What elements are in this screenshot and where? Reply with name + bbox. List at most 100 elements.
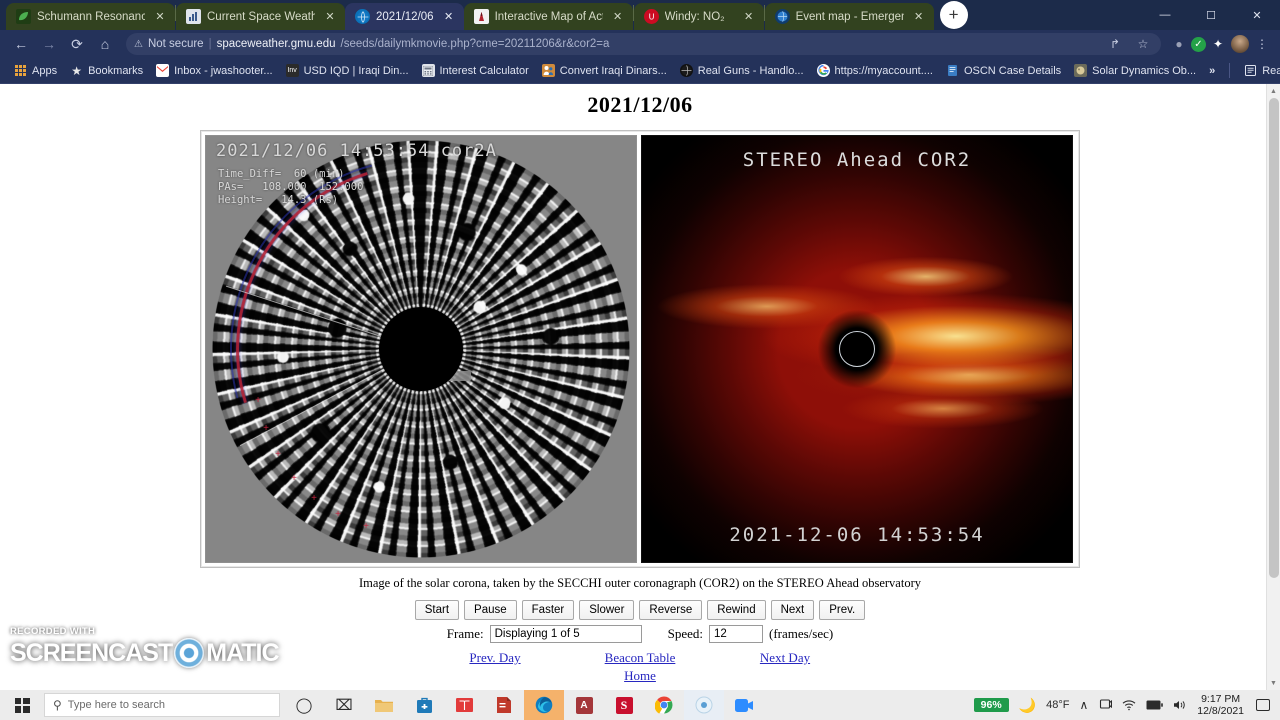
next-day-link[interactable]: Next Day <box>760 650 810 665</box>
maximize-button[interactable]: ☐ <box>1188 0 1234 30</box>
reader-icon[interactable] <box>444 690 484 720</box>
page-scrollbar[interactable]: ▲ ▼ <box>1266 84 1280 690</box>
back-button[interactable]: ← <box>8 31 34 57</box>
cor2a-difference-image[interactable]: + + + + + + + 2021/12/06 14:53:54 cor2A … <box>205 135 637 563</box>
battery-percent-badge[interactable]: 96% <box>973 698 1009 712</box>
volume-icon[interactable] <box>1173 699 1187 711</box>
close-icon[interactable]: ✕ <box>912 10 926 24</box>
browser-tab-2[interactable]: 2021/12/06 ✕ <box>345 3 464 30</box>
onedrive-icon[interactable] <box>1098 699 1113 711</box>
wifi-icon[interactable] <box>1122 699 1136 711</box>
close-window-button[interactable]: ✕ <box>1234 0 1280 30</box>
bookmark-interest-calculator[interactable]: Interest Calculator <box>416 62 535 79</box>
reading-list-button[interactable]: Reading list <box>1238 62 1280 79</box>
faster-button[interactable]: Faster <box>521 600 575 620</box>
chevron-up-icon[interactable]: ∧ <box>1079 698 1088 712</box>
bookmarks-overflow-button[interactable]: » <box>1203 63 1221 79</box>
minimize-button[interactable]: — <box>1142 0 1188 30</box>
bookmark-real-guns[interactable]: Real Guns - Handlo... <box>674 62 810 79</box>
bookmark-bookmarks[interactable]: ★ Bookmarks <box>64 62 149 79</box>
scroll-down-arrow-icon[interactable]: ▼ <box>1267 676 1280 690</box>
file-explorer-icon[interactable] <box>364 690 404 720</box>
s-plus-icon[interactable]: S <box>604 690 644 720</box>
taskbar-app-list: ◯ ⌧ A S <box>284 690 764 720</box>
bookmark-solar-dynamics[interactable]: Solar Dynamics Ob... <box>1068 62 1202 79</box>
volcano-icon <box>473 9 489 24</box>
bookmark-myaccount[interactable]: https://myaccount.... <box>811 62 939 79</box>
bookmark-label: Bookmarks <box>88 64 144 77</box>
apps-grid-icon <box>14 64 27 77</box>
bookmark-inbox[interactable]: Inbox - jwashooter... <box>150 62 278 79</box>
address-bar[interactable]: ⚠ Not secure | spaceweather.gmu.edu /see… <box>126 33 1161 55</box>
google-chrome-icon[interactable] <box>644 690 684 720</box>
frame-label: Frame: <box>446 626 484 641</box>
access-letter: A <box>575 696 593 714</box>
reload-button[interactable]: ⟳ <box>64 31 90 57</box>
browser-tab-3[interactable]: Interactive Map of Active V ✕ <box>463 3 633 30</box>
bookmark-convert-iraqi-dinars[interactable]: Convert Iraqi Dinars... <box>536 62 673 79</box>
recorder-icon[interactable] <box>684 690 724 720</box>
close-icon[interactable]: ✕ <box>323 10 337 24</box>
temperature-label[interactable]: 48°F <box>1046 699 1069 711</box>
search-icon: ⚲ <box>53 698 62 712</box>
stereo-ahead-cor2-image[interactable]: STEREO Ahead COR2 2021-12-06 14:53:54 <box>641 135 1073 563</box>
bookmark-apps[interactable]: Apps <box>8 62 63 79</box>
access-icon[interactable]: A <box>564 690 604 720</box>
extension-gray-icon[interactable]: ● <box>1169 34 1189 54</box>
close-icon[interactable]: ✕ <box>442 10 456 24</box>
avatar[interactable] <box>1230 34 1250 54</box>
home-link[interactable]: Home <box>624 668 656 683</box>
calculator-icon <box>421 64 435 77</box>
left-image-header: 2021/12/06 14:53:54 cor2A <box>216 141 497 161</box>
check-green-icon[interactable]: ✓ <box>1191 36 1206 52</box>
rewind-button[interactable]: Rewind <box>707 600 766 620</box>
speed-input[interactable] <box>708 625 763 643</box>
share-icon[interactable]: ↱ <box>1105 34 1125 54</box>
cortana-icon[interactable]: ◯ <box>284 690 324 720</box>
scroll-up-arrow-icon[interactable]: ▲ <box>1267 84 1280 98</box>
bookmark-star-icon[interactable]: ☆ <box>1133 34 1153 54</box>
browser-toolbar: ← → ⟳ ⌂ ⚠ Not secure | spaceweather.gmu.… <box>0 30 1280 58</box>
movie-frame: + + + + + + + 2021/12/06 14:53:54 cor2A … <box>200 130 1080 568</box>
browser-tab-0[interactable]: Schumann Resonance Toda ✕ <box>6 3 175 30</box>
browser-tab-1[interactable]: Current Space Weather - Sp ✕ <box>176 3 345 30</box>
store-icon[interactable] <box>404 690 444 720</box>
browser-tab-4[interactable]: U Windy: NO₂ ✕ <box>633 3 764 30</box>
pause-button[interactable]: Pause <box>464 600 517 620</box>
clock[interactable]: 9:17 PM 12/8/2021 <box>1197 693 1244 717</box>
slower-button[interactable]: Slower <box>579 600 635 620</box>
task-view-icon[interactable]: ⌧ <box>324 690 364 720</box>
prev-day-link[interactable]: Prev. Day <box>469 650 520 665</box>
cme-track-point: + <box>275 448 281 460</box>
notification-icon[interactable] <box>1256 699 1270 711</box>
puzzle-extensions-icon[interactable]: ✦ <box>1208 34 1228 54</box>
windy-icon: U <box>643 9 659 24</box>
bookmark-oscn[interactable]: OSCN Case Details <box>940 62 1067 79</box>
zoom-icon[interactable] <box>724 690 764 720</box>
bookmark-usd-iqd[interactable]: Inv USD IQD | Iraqi Din... <box>280 62 415 79</box>
beacon-table-link[interactable]: Beacon Table <box>605 650 676 665</box>
home-button[interactable]: ⌂ <box>92 31 118 57</box>
not-secure-warning-icon: ⚠ <box>134 38 143 50</box>
page-title: 2021/12/06 <box>587 92 693 117</box>
close-icon[interactable]: ✕ <box>611 10 625 24</box>
close-icon[interactable]: ✕ <box>742 10 756 24</box>
close-icon[interactable]: ✕ <box>153 10 167 24</box>
prev-button[interactable]: Prev. <box>819 600 866 620</box>
start-button[interactable]: Start <box>414 600 460 620</box>
reverse-button[interactable]: Reverse <box>639 600 703 620</box>
microsoft-edge-icon[interactable] <box>524 690 564 720</box>
battery-icon[interactable] <box>1146 700 1164 710</box>
pdf-icon[interactable] <box>484 690 524 720</box>
browser-menu-icon[interactable]: ⋮ <box>1252 34 1272 54</box>
frame-input[interactable] <box>489 625 642 643</box>
scrollbar-thumb[interactable] <box>1269 98 1279 578</box>
taskbar-search-box[interactable]: ⚲ Type here to search <box>44 693 280 717</box>
sun-icon <box>1074 64 1088 77</box>
forward-button[interactable]: → <box>36 31 62 57</box>
browser-tab-5[interactable]: Event map - Emergency an ✕ <box>764 3 934 30</box>
start-button[interactable] <box>0 690 44 720</box>
next-button[interactable]: Next <box>770 600 815 620</box>
clock-date: 12/8/2021 <box>1197 705 1244 717</box>
new-tab-button[interactable]: + <box>939 1 968 29</box>
